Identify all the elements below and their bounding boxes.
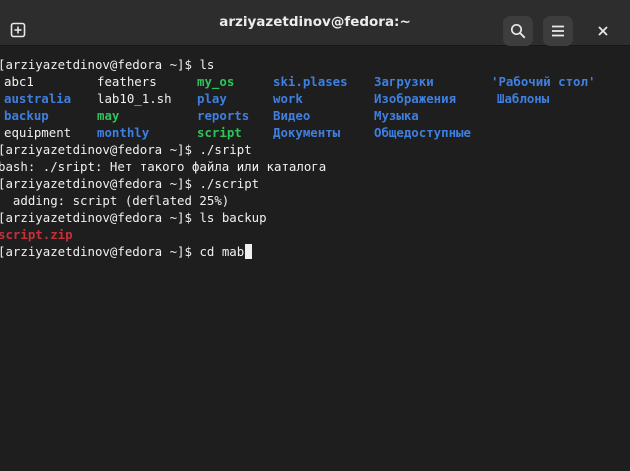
ls-entry: Видео: [273, 108, 311, 123]
close-icon: [598, 26, 608, 36]
command-text: ls: [199, 57, 215, 72]
ls-entry: reports: [197, 108, 250, 123]
terminal-output[interactable]: [arziyazetdinov@fedora ~]$ ls abc1 austr…: [0, 46, 630, 471]
command-text: ls backup: [199, 210, 267, 225]
ls-entry: backup: [4, 108, 49, 123]
ls-entry: script: [197, 125, 242, 140]
ls-entry: my_os: [197, 74, 235, 89]
ls-entry: may: [97, 108, 120, 123]
ls-entry: 'Рабочий стол': [491, 74, 596, 89]
command-input-text[interactable]: cd mab: [199, 244, 244, 259]
shell-prompt: [arziyazetdinov@fedora ~]$: [0, 142, 192, 157]
search-button[interactable]: [503, 16, 533, 46]
ls-entry: play: [197, 91, 227, 106]
ls-entry: feathers: [97, 74, 157, 89]
prompt-line: [arziyazetdinov@fedora ~]$ ./script: [0, 175, 259, 192]
shell-prompt: [arziyazetdinov@fedora ~]$: [0, 57, 192, 72]
ls-entry: Шаблоны: [497, 91, 550, 106]
ls-entry: lab10_1.sh: [97, 91, 172, 106]
error-message: bash: ./sript: Нет такого файла или ката…: [0, 159, 327, 174]
ls-entry: work: [273, 91, 303, 106]
shell-prompt: [arziyazetdinov@fedora ~]$: [0, 176, 192, 191]
prompt-line: [arziyazetdinov@fedora ~]$ ls backup: [0, 209, 267, 226]
prompt-line: [arziyazetdinov@fedora ~]$ ./sript: [0, 141, 252, 158]
prompt-line: [arziyazetdinov@fedora ~]$ ls: [0, 56, 214, 73]
close-button[interactable]: [588, 17, 618, 45]
ls-entry: Документы: [273, 125, 341, 140]
shell-prompt: [arziyazetdinov@fedora ~]$: [0, 210, 192, 225]
text-cursor: [245, 244, 253, 259]
shell-prompt: [arziyazetdinov@fedora ~]$: [0, 244, 192, 259]
ls-entry: monthly: [97, 125, 150, 140]
menu-button[interactable]: [543, 16, 573, 46]
hamburger-menu-icon: [552, 25, 564, 37]
ls-entry: abc1: [4, 74, 34, 89]
ls-entry: equipment: [4, 125, 72, 140]
ls-entry: Общедоступные: [374, 125, 471, 140]
title-bar: arziyazetdinov@fedora:~: [0, 0, 630, 46]
ls-entry: Изображения: [374, 91, 457, 106]
ls-entry: Загрузки: [374, 74, 434, 89]
ls-entry: ski.plases: [273, 74, 348, 89]
terminal-window: arziyazetdinov@fedora:~ [arziyazetdinov@…: [0, 0, 630, 471]
archive-file-entry: script.zip: [0, 227, 73, 242]
command-text: ./script: [199, 176, 260, 191]
command-text: ./sript: [199, 142, 252, 157]
ls-entry: Музыка: [374, 108, 419, 123]
ls-entry: australia: [4, 91, 72, 106]
command-output: adding: script (deflated 25%): [0, 193, 230, 208]
window-title: arziyazetdinov@fedora:~: [219, 14, 411, 30]
search-icon: [510, 23, 526, 39]
current-prompt-line[interactable]: [arziyazetdinov@fedora ~]$ cd mab: [0, 243, 253, 260]
